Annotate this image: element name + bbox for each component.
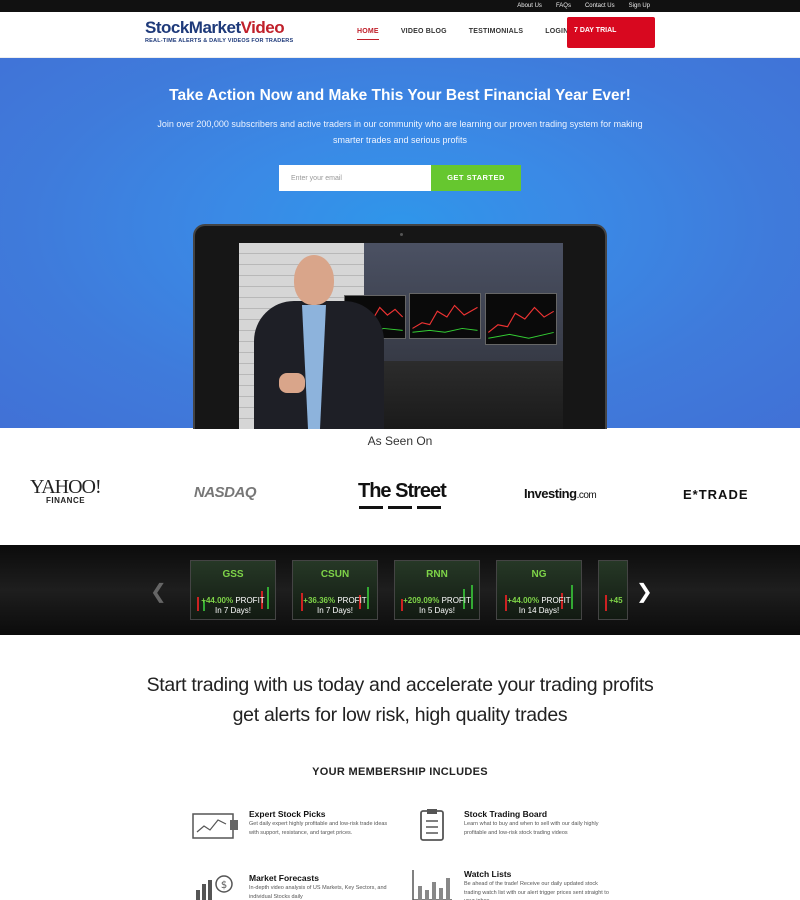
- headline-line-2: get alerts for low risk, high quality tr…: [232, 704, 568, 726]
- bar-chart-dollar-icon: $: [192, 872, 238, 900]
- feature-description: Be ahead of the trade! Receive our daily…: [464, 881, 609, 900]
- logo-word-video: Video: [240, 18, 285, 37]
- ticker-symbol: RNN: [426, 569, 448, 580]
- nav-testimonials[interactable]: TESTIMONIALS: [469, 28, 524, 40]
- profit-label: PROFIT: [441, 596, 471, 605]
- feature-title: Stock Trading Board: [464, 809, 548, 819]
- profit-label: PROFIT: [337, 596, 367, 605]
- investing-suffix: .com: [576, 490, 597, 501]
- profit-text: +209.09% PROFIT: [395, 596, 479, 605]
- get-started-button[interactable]: GET STARTED: [431, 165, 521, 191]
- feature-title: Watch Lists: [464, 869, 512, 879]
- trading-monitor: [409, 293, 481, 339]
- profit-text: +44.00% PROFIT: [191, 596, 275, 605]
- press-logos: YAHOO! FINANCE NASDAQ The Street Investi…: [0, 476, 800, 512]
- svg-text:$: $: [221, 880, 227, 891]
- feature-title: Market Forecasts: [249, 873, 319, 883]
- clipboard-icon: [418, 808, 464, 842]
- contact-us-link[interactable]: Contact Us: [585, 3, 615, 9]
- presenter-head: [294, 255, 334, 305]
- feature-description: Learn what to buy and when to sell with …: [464, 821, 599, 836]
- thestreet-underline: [359, 506, 441, 509]
- profit-percent: +44.00%: [201, 596, 234, 605]
- feature-description: In-depth video analysis of US Markets, K…: [249, 885, 387, 900]
- chart-screen-icon: [192, 808, 238, 842]
- yahoo-wordmark: YAHOO!: [30, 476, 102, 498]
- email-input[interactable]: Enter your email: [279, 165, 431, 191]
- nav-login[interactable]: LOGIN: [545, 28, 568, 40]
- investing-wordmark: Investing: [524, 486, 577, 501]
- carousel-next-arrow[interactable]: ❯: [636, 579, 653, 604]
- headline-line-1: Start trading with us today and accelera…: [146, 674, 654, 696]
- profit-text: +36.36% PROFIT: [293, 596, 377, 605]
- ticker-symbol: NG: [531, 569, 547, 580]
- nav-home[interactable]: HOME: [357, 28, 379, 40]
- profit-percent: +45: [609, 596, 623, 605]
- result-card[interactable]: CSUN +36.36% PROFIT In 7 Days!: [292, 560, 378, 620]
- ticker-symbol: CSUN: [320, 569, 350, 580]
- etrade-logo: E*TRADE: [683, 487, 749, 502]
- logo-tagline: REAL-TIME ALERTS & DAILY VIDEOS FOR TRAD…: [145, 38, 294, 44]
- nav-video-blog[interactable]: VIDEO BLOG: [401, 28, 447, 40]
- hero-title: Take Action Now and Make This Your Best …: [169, 87, 631, 104]
- video-player[interactable]: [239, 243, 563, 429]
- about-us-link[interactable]: About Us: [517, 3, 542, 9]
- profit-text: +45: [599, 596, 627, 605]
- hero-section: Take Action Now and Make This Your Best …: [0, 58, 800, 429]
- main-headline: Start trading with us today and accelera…: [100, 670, 700, 730]
- utility-bar: About Us FAQs Contact Us Sign Up: [0, 0, 800, 12]
- desk: [364, 361, 563, 429]
- profit-label: PROFIT: [541, 596, 571, 605]
- presenter-hand: [279, 373, 305, 393]
- profit-text: +44.00% PROFIT: [497, 596, 581, 605]
- investing-logo: Investing.com: [524, 486, 597, 501]
- webcam-dot: [400, 233, 403, 236]
- result-card-partial[interactable]: +45: [598, 560, 628, 620]
- profit-duration: In 14 Days!: [518, 606, 560, 615]
- hero-subtitle: Join over 200,000 subscribers and active…: [157, 119, 643, 145]
- logo-word-stock: Stock: [145, 18, 189, 37]
- profit-percent: +36.36%: [303, 596, 336, 605]
- profit-duration: In 7 Days!: [316, 606, 353, 615]
- ticker-symbol: GSS: [222, 569, 244, 580]
- bar-chart-icon: [410, 868, 456, 900]
- sign-up-link[interactable]: Sign Up: [629, 3, 650, 9]
- site-logo[interactable]: StockMarketVideo REAL-TIME ALERTS & DAIL…: [145, 18, 293, 44]
- trial-button[interactable]: 7 DAY TRIAL: [567, 17, 655, 48]
- logo-word-market: Market: [188, 18, 241, 37]
- membership-title: YOUR MEMBERSHIP INCLUDES: [312, 766, 488, 778]
- trading-monitor: [485, 293, 557, 345]
- laptop-frame: [193, 224, 607, 429]
- feature-title: Expert Stock Picks: [249, 809, 326, 819]
- faqs-link[interactable]: FAQs: [556, 3, 571, 9]
- yahoo-finance-logo: YAHOO! FINANCE: [30, 476, 102, 505]
- site-header: StockMarketVideo REAL-TIME ALERTS & DAIL…: [0, 12, 800, 58]
- main-nav: HOME VIDEO BLOG TESTIMONIALS LOGIN: [357, 28, 590, 40]
- results-carousel: ❮ ❯ GSS +44.00% PROFIT In 7 Days! CSUN +…: [0, 545, 800, 635]
- profit-percent: +209.09%: [403, 596, 440, 605]
- nasdaq-logo: NASDAQ: [194, 484, 257, 501]
- profit-duration: In 7 Days!: [214, 606, 251, 615]
- thestreet-logo: The Street: [358, 480, 447, 502]
- result-card[interactable]: RNN +209.09% PROFIT In 5 Days!: [394, 560, 480, 620]
- feature-description: Get daily expert highly profitable and l…: [249, 821, 388, 836]
- profit-duration: In 5 Days!: [418, 606, 455, 615]
- as-seen-on-title: As Seen On: [367, 434, 433, 448]
- profit-percent: +44.00%: [507, 596, 540, 605]
- result-card[interactable]: NG +44.00% PROFIT In 14 Days!: [496, 560, 582, 620]
- profit-label: PROFIT: [235, 596, 265, 605]
- result-card[interactable]: GSS +44.00% PROFIT In 7 Days!: [190, 560, 276, 620]
- carousel-prev-arrow[interactable]: ❮: [150, 579, 167, 604]
